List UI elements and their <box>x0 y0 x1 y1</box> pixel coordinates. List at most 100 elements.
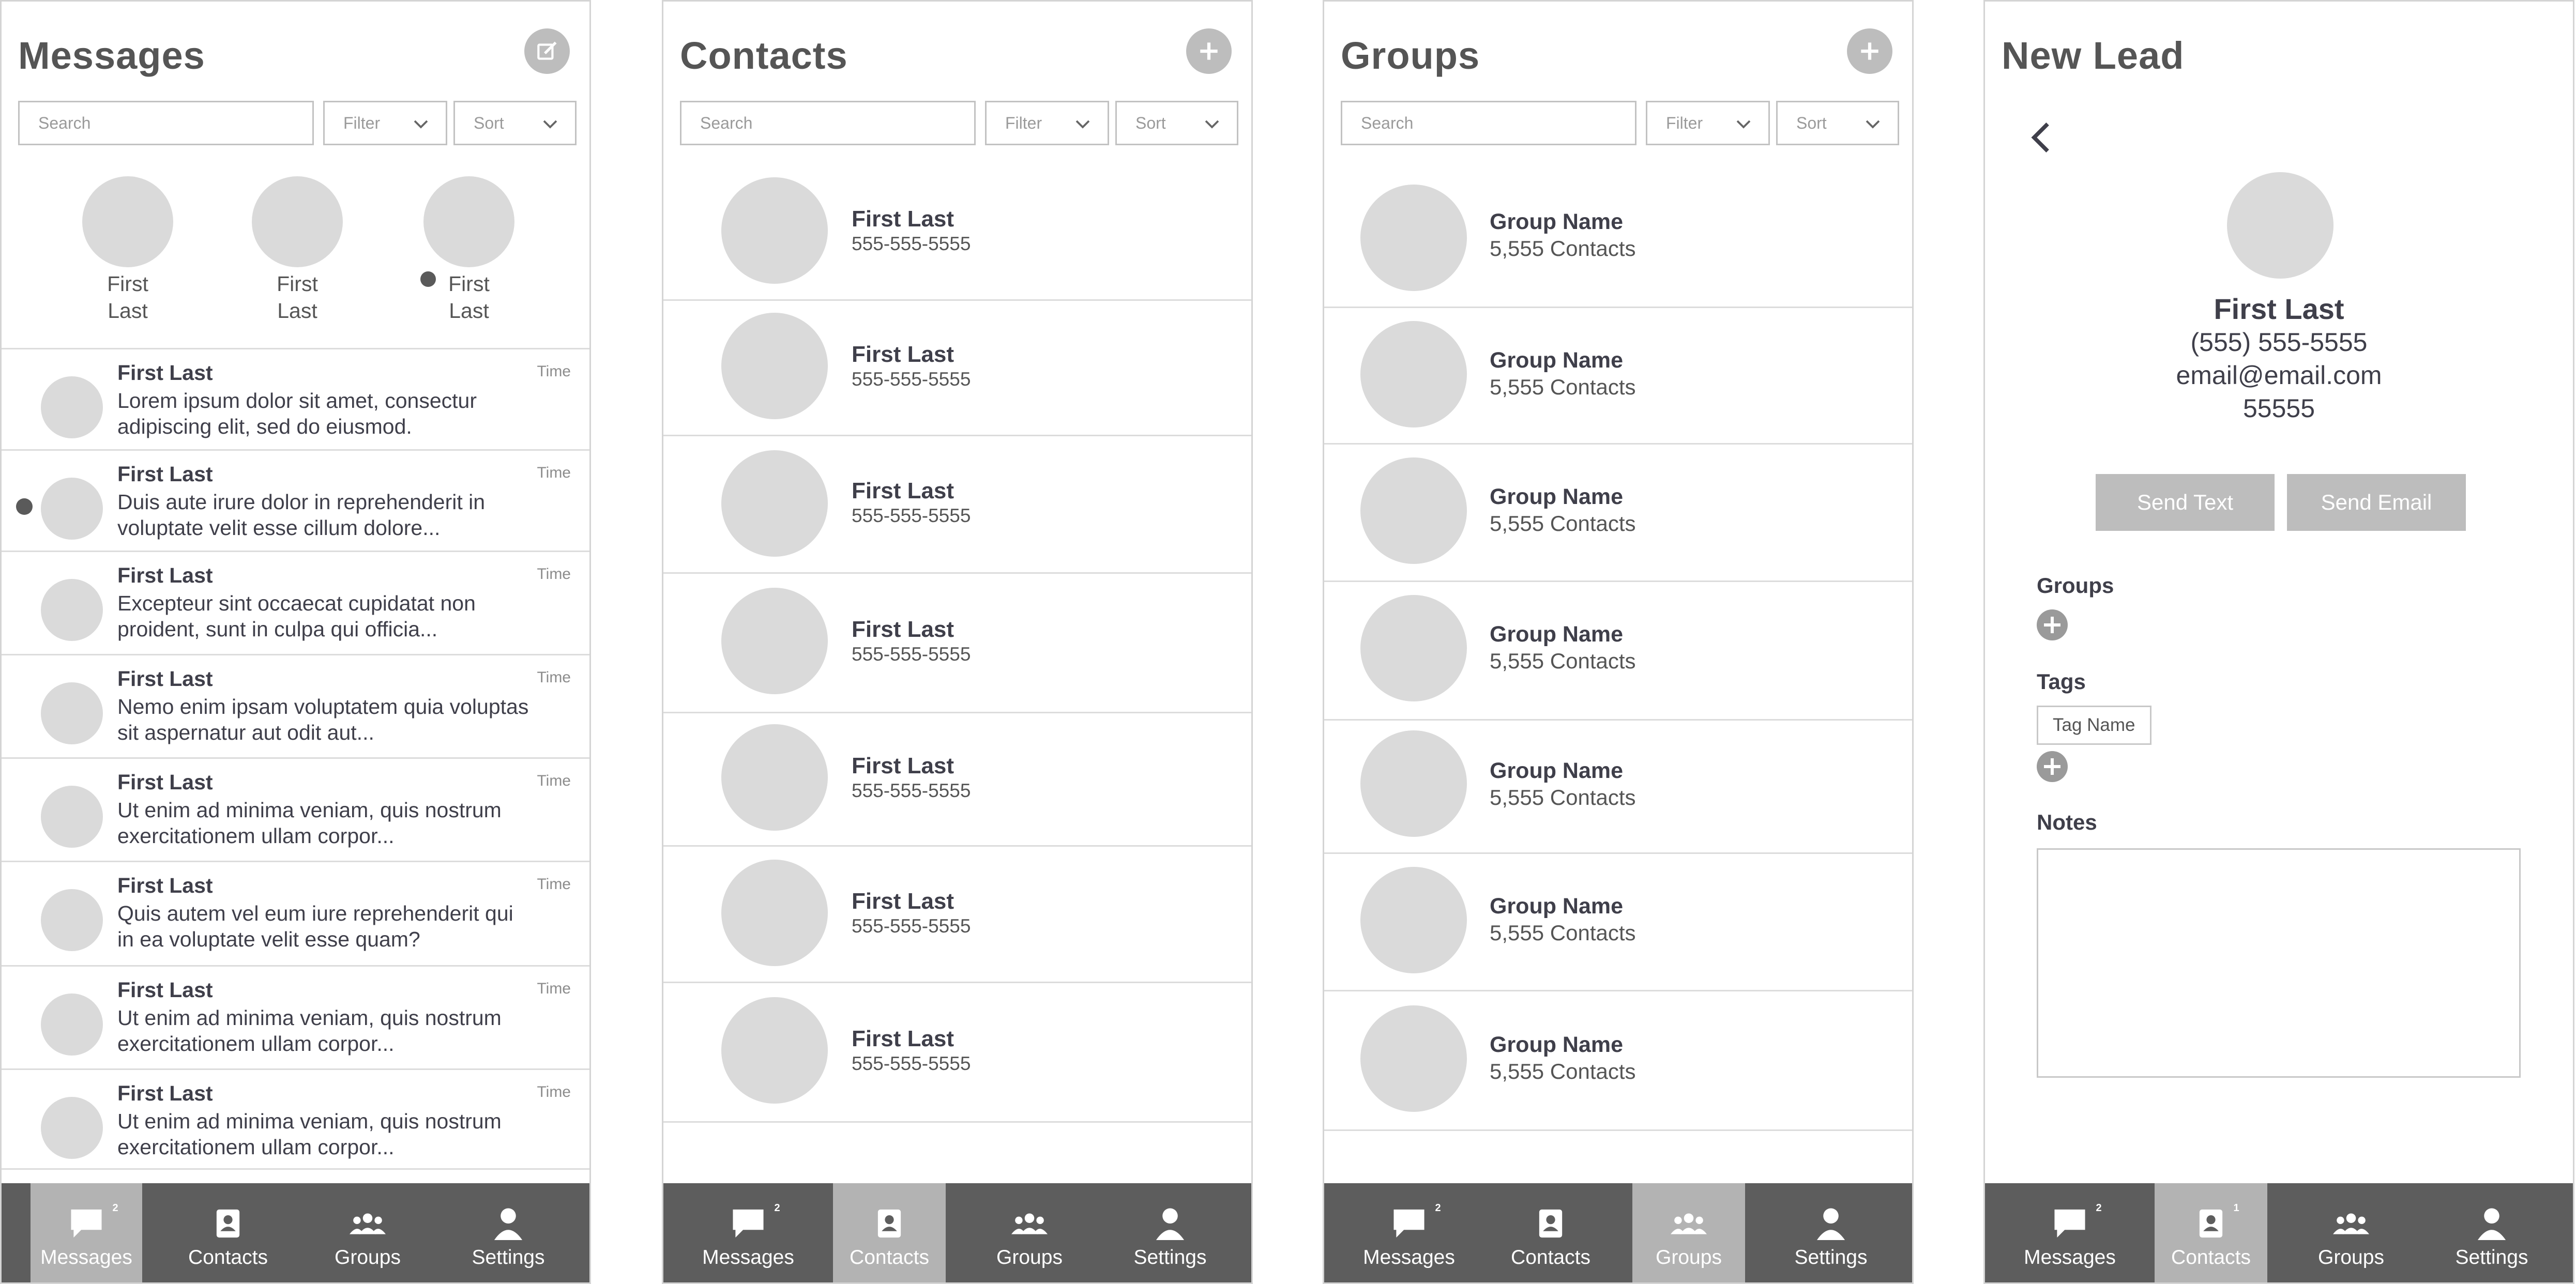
nav-groups[interactable]: Groups <box>974 1183 1085 1282</box>
nav-messages[interactable]: 2 Messages <box>2014 1183 2126 1282</box>
group-row[interactable]: Group Name 5,555 Contacts <box>1324 307 1912 445</box>
tag-chip[interactable]: Tag Name <box>2037 706 2151 745</box>
nav-label: Contacts <box>850 1246 929 1268</box>
thread-preview: Quis autem vel eum iure reprehenderit qu… <box>117 901 513 951</box>
person-icon <box>2474 1207 2510 1240</box>
nav-label: Groups <box>335 1246 401 1268</box>
nav-label: Groups <box>1656 1246 1722 1268</box>
avatar <box>1360 1005 1467 1112</box>
thread-preview: Nemo enim ipsam voluptatem quia voluptas… <box>117 695 529 744</box>
contact-phone: 555-555-5555 <box>852 1053 971 1074</box>
lead-zip: 55555 <box>2242 394 2315 423</box>
nav-groups[interactable]: Groups <box>312 1183 423 1282</box>
unread-dot <box>16 498 33 515</box>
contact-row[interactable]: First Last 555-555-5555 <box>663 572 1251 713</box>
chevron-down-icon <box>541 115 559 133</box>
group-count: 5,555 Contacts <box>1490 236 1636 261</box>
nav-groups[interactable]: Groups <box>2295 1183 2407 1282</box>
story-item[interactable]: First Last <box>251 176 344 324</box>
add-group-button[interactable] <box>1847 28 1892 74</box>
group-row[interactable]: Group Name 5,555 Contacts <box>1324 580 1912 721</box>
contacts-badge: 1 <box>2233 1202 2239 1214</box>
avatar <box>41 889 103 951</box>
sort-dropdown[interactable]: Sort <box>453 101 577 145</box>
person-icon <box>1152 1207 1188 1240</box>
add-tag-icon[interactable] <box>2037 751 2068 782</box>
group-row[interactable]: Group Name 5,555 Contacts <box>1324 443 1912 582</box>
thread-preview: Ut enim ad minima veniam, quis nostrum e… <box>117 1006 502 1056</box>
group-row[interactable]: Group Name 5,555 Contacts <box>1324 170 1912 308</box>
contact-name: First Last <box>852 617 954 642</box>
thread-item[interactable]: First Last Nemo enim ipsam voluptatem qu… <box>2 654 589 755</box>
thread-item[interactable]: First Last Ut enim ad minima veniam, qui… <box>2 1068 589 1170</box>
nav-groups[interactable]: Groups <box>1632 1183 1745 1282</box>
thread-item[interactable]: First Last Duis aute irure dolor in repr… <box>2 449 589 551</box>
add-group-icon[interactable] <box>2037 609 2068 640</box>
group-count: 5,555 Contacts <box>1490 511 1636 536</box>
contact-row[interactable]: First Last 555-555-5555 <box>663 845 1251 983</box>
contact-row[interactable]: First Last 555-555-5555 <box>663 299 1251 436</box>
filter-dropdown[interactable]: Filter <box>323 101 447 145</box>
compose-button[interactable] <box>524 28 570 74</box>
avatar <box>41 1097 103 1159</box>
nav-settings[interactable]: Settings <box>1114 1183 1226 1282</box>
thread-item[interactable]: First Last Ut enim ad minima veniam, qui… <box>2 757 589 859</box>
sort-dropdown[interactable]: Sort <box>1776 101 1899 145</box>
thread-item[interactable]: First Last Lorem ipsum dolor sit amet, c… <box>2 348 589 449</box>
thread-item[interactable]: First Last Quis autem vel eum iure repre… <box>2 861 589 962</box>
notes-field[interactable] <box>2037 848 2521 1078</box>
search-input[interactable]: Search <box>680 101 976 145</box>
nav-messages[interactable]: 2 Messages <box>31 1183 142 1282</box>
search-input[interactable]: Search <box>18 101 314 145</box>
nav-messages[interactable]: 2 Messages <box>1353 1183 1465 1282</box>
thread-time: Time <box>537 669 571 686</box>
filter-dropdown[interactable]: Filter <box>985 101 1109 145</box>
nav-contacts[interactable]: Contacts <box>833 1183 946 1282</box>
thread-item[interactable]: First Last Excepteur sint occaecat cupid… <box>2 551 589 652</box>
story-first: First <box>107 272 148 296</box>
nav-settings[interactable]: Settings <box>2436 1183 2548 1282</box>
send-email-button[interactable]: Send Email <box>2287 474 2466 531</box>
chat-icon <box>730 1207 766 1240</box>
chevron-down-icon <box>412 115 430 133</box>
filter-label: Filter <box>343 113 381 132</box>
story-item[interactable]: First Last <box>81 176 174 324</box>
nav-messages[interactable]: 2 Messages <box>692 1183 804 1282</box>
thread-time: Time <box>537 772 571 789</box>
group-count: 5,555 Contacts <box>1490 785 1636 809</box>
group-row[interactable]: Group Name 5,555 Contacts <box>1324 719 1912 854</box>
avatar <box>721 588 828 694</box>
story-last: Last <box>277 299 317 323</box>
avatar <box>721 313 828 419</box>
nav-settings[interactable]: Settings <box>452 1183 564 1282</box>
sort-label: Sort <box>1135 113 1166 132</box>
contact-row[interactable]: First Last 555-555-5555 <box>663 166 1251 301</box>
story-item[interactable]: First Last <box>420 176 516 324</box>
nav-contacts[interactable]: Contacts <box>1495 1183 1607 1282</box>
nav-contacts[interactable]: Contacts <box>172 1183 284 1282</box>
group-row[interactable]: Group Name 5,555 Contacts <box>1324 852 1912 991</box>
thread-item[interactable]: First Last Ut enim ad minima veniam, qui… <box>2 965 589 1066</box>
send-text-button[interactable]: Send Text <box>2096 474 2275 531</box>
group-count: 5,555 Contacts <box>1490 649 1636 673</box>
thread-name: First Last <box>117 770 213 794</box>
search-input[interactable]: Search <box>1341 101 1636 145</box>
contact-card-icon <box>871 1207 907 1240</box>
search-bar: Search Filter Sort <box>18 101 577 145</box>
nav-contacts[interactable]: 1 Contacts <box>2155 1183 2267 1282</box>
nav-settings[interactable]: Settings <box>1775 1183 1887 1282</box>
sort-dropdown[interactable]: Sort <box>1115 101 1238 145</box>
filter-dropdown[interactable]: Filter <box>1646 101 1770 145</box>
add-contact-button[interactable] <box>1186 28 1232 74</box>
group-row[interactable]: Group Name 5,555 Contacts <box>1324 990 1912 1131</box>
contact-row[interactable]: First Last 555-555-5555 <box>663 712 1251 847</box>
group-name: Group Name <box>1490 622 1624 647</box>
tags-section-label: Tags <box>2037 669 2086 694</box>
back-icon[interactable] <box>2029 119 2052 156</box>
contact-row[interactable]: First Last 555-555-5555 <box>663 435 1251 574</box>
page-title: Contacts <box>680 34 848 77</box>
contact-row[interactable]: First Last 555-555-5555 <box>663 982 1251 1123</box>
group-name: Group Name <box>1490 484 1624 509</box>
thread-preview: Ut enim ad minima veniam, quis nostrum e… <box>117 1109 502 1159</box>
contact-card-icon <box>2193 1207 2229 1240</box>
